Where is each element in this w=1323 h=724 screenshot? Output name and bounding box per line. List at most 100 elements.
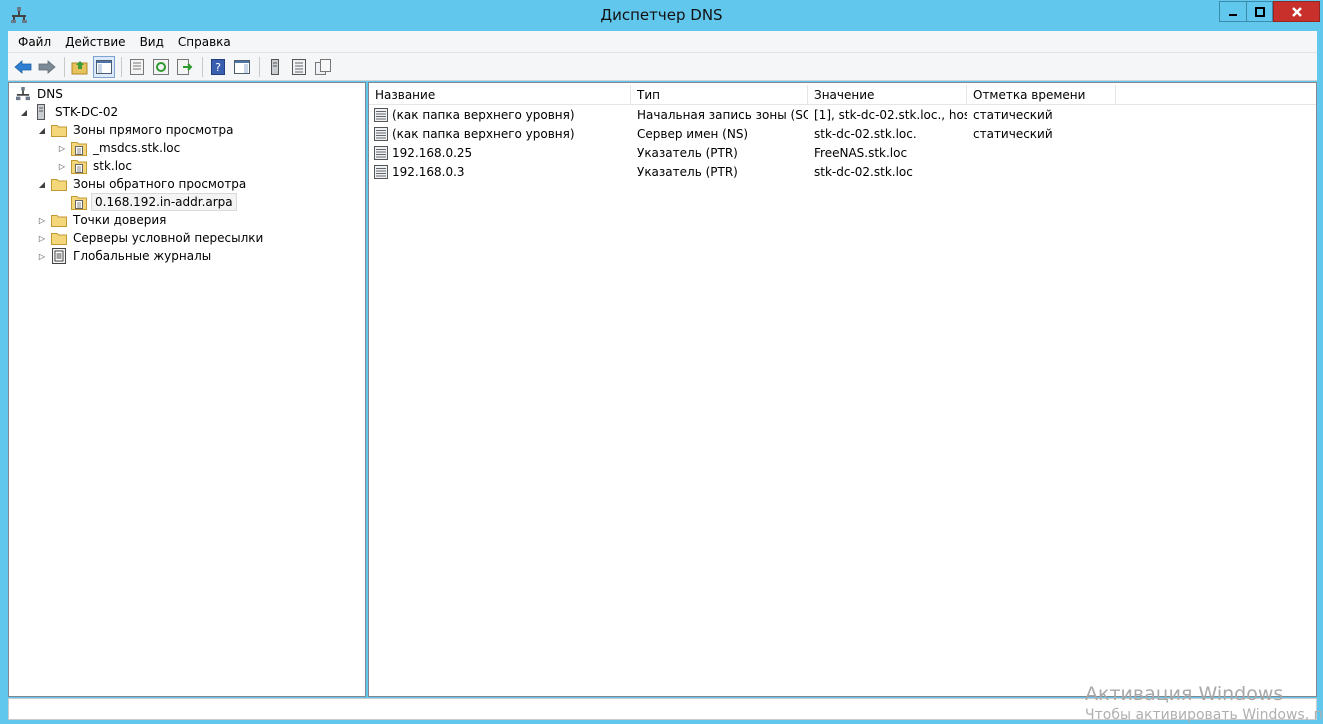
tree-item-global-logs[interactable]: ▷ Глобальные журналы: [37, 247, 213, 265]
cell-type: Указатель (PTR): [637, 145, 738, 160]
refresh-icon: [153, 58, 169, 75]
cell-name: (как папка верхнего уровня): [369, 107, 631, 122]
back-button[interactable]: [12, 56, 34, 78]
tree-label: stk.loc: [93, 159, 132, 173]
record-icon: [374, 145, 388, 160]
record-name: 192.168.0.3: [392, 164, 465, 179]
folder-icon: [51, 122, 67, 138]
expand-arrow-icon[interactable]: ▷: [37, 233, 47, 243]
window-title: Диспетчер DNS: [600, 6, 723, 24]
column-header-timestamp[interactable]: Отметка времени: [967, 85, 1116, 105]
column-header-type[interactable]: Тип: [631, 85, 808, 105]
column-header-name[interactable]: Название: [369, 85, 631, 105]
records-list-pane[interactable]: Название Тип Значение Отметка времени (к…: [368, 82, 1317, 697]
tree-item-zone-msdcs[interactable]: ▷ _msdcs.stk.loc: [57, 139, 182, 157]
zone-icon: [71, 194, 87, 210]
dns-icon: [15, 86, 31, 102]
menu-file[interactable]: Файл: [18, 35, 51, 49]
expand-arrow-icon[interactable]: ▷: [57, 143, 67, 153]
toolbar-separator: [121, 56, 122, 77]
tree-item-zone-reverse[interactable]: 0.168.192.in-addr.arpa: [71, 193, 237, 211]
minimize-button[interactable]: [1219, 1, 1246, 22]
up-level-button[interactable]: [69, 56, 91, 78]
toolbar-separator: [259, 56, 260, 77]
server-button[interactable]: [264, 56, 286, 78]
console-tree-pane[interactable]: DNS ◢ STK-DC-02 ◢ Зоны прямого просмотра…: [8, 82, 366, 697]
collapse-arrow-icon[interactable]: ◢: [37, 179, 47, 189]
svg-text:?: ?: [215, 61, 221, 74]
record-name: (как папка верхнего уровня): [392, 126, 575, 141]
tree-item-reverse-zones[interactable]: ◢ Зоны обратного просмотра: [37, 175, 248, 193]
cell-name: 192.168.0.3: [369, 164, 631, 179]
tree-item-forward-zones[interactable]: ◢ Зоны прямого просмотра: [37, 121, 235, 139]
show-tree-icon: [96, 59, 112, 74]
expand-arrow-icon[interactable]: ▷: [37, 215, 47, 225]
activation-watermark-title: Активация Windows: [1085, 683, 1284, 705]
toolbar: ?: [8, 53, 1317, 81]
server-icon: [33, 104, 49, 120]
column-header-value[interactable]: Значение: [808, 85, 967, 105]
copy-button[interactable]: [312, 56, 334, 78]
menu-bar: Файл Действие Вид Справка: [8, 31, 1317, 53]
action-pane-button[interactable]: [231, 56, 253, 78]
menu-help[interactable]: Справка: [178, 35, 231, 49]
table-row[interactable]: (как папка верхнего уровня) Сервер имен …: [369, 124, 1316, 143]
activation-watermark-text: Чтобы активировать Windows, пе: [1085, 707, 1323, 723]
tree-label: Зоны прямого просмотра: [73, 123, 234, 137]
tree-item-trust-points[interactable]: ▷ Точки доверия: [37, 211, 168, 229]
minimize-icon: [1229, 13, 1237, 16]
server-icon: [271, 58, 279, 75]
expand-arrow-icon[interactable]: ▷: [57, 161, 67, 171]
record-name: 192.168.0.25: [392, 145, 473, 160]
record-list-icon: [292, 58, 306, 75]
cell-timestamp: статический: [973, 107, 1053, 122]
cell-type: Указатель (PTR): [637, 164, 738, 179]
title-bar[interactable]: Диспетчер DNS: [0, 0, 1323, 31]
table-row[interactable]: 192.168.0.3 Указатель (PTR) stk-dc-02.st…: [369, 162, 1316, 181]
refresh-button[interactable]: [150, 56, 172, 78]
export-list-button[interactable]: [174, 56, 196, 78]
dns-manager-window: Диспетчер DNS Файл Действие Вид Справка: [0, 0, 1323, 724]
close-button[interactable]: [1273, 1, 1320, 22]
cell-name: 192.168.0.25: [369, 145, 631, 160]
zone-icon: [71, 140, 87, 156]
collapse-arrow-icon[interactable]: ◢: [19, 107, 29, 117]
show-tree-button[interactable]: [93, 55, 115, 78]
record-list-button[interactable]: [288, 56, 310, 78]
maximize-button[interactable]: [1246, 1, 1273, 22]
folder-icon: [51, 212, 67, 228]
cell-type: Начальная запись зоны (SOA): [637, 107, 808, 122]
record-name: (как папка верхнего уровня): [392, 107, 575, 122]
record-icon: [374, 164, 388, 179]
cell-type: Сервер имен (NS): [637, 126, 749, 141]
tree-label: _msdcs.stk.loc: [93, 141, 181, 155]
tree-item-zone-stk[interactable]: ▷ stk.loc: [57, 157, 134, 175]
forward-arrow-icon: [38, 59, 56, 74]
event-log-icon: [51, 248, 67, 264]
table-row[interactable]: 192.168.0.25 Указатель (PTR) FreeNAS.stk…: [369, 143, 1316, 162]
close-icon: [1291, 6, 1302, 17]
help-icon: ?: [211, 58, 225, 75]
tree-label: 0.168.192.in-addr.arpa: [91, 193, 237, 211]
tree-label: Точки доверия: [73, 213, 167, 227]
menu-view[interactable]: Вид: [140, 35, 164, 49]
toolbar-separator: [64, 56, 65, 77]
up-folder-icon: [71, 60, 88, 74]
record-icon: [374, 107, 388, 122]
expand-arrow-icon[interactable]: ▷: [37, 251, 47, 261]
tree-item-conditional-forwarders[interactable]: ▷ Серверы условной пересылки: [37, 229, 265, 247]
cell-value: FreeNAS.stk.loc: [814, 145, 908, 160]
collapse-arrow-icon[interactable]: ◢: [37, 125, 47, 135]
tree-label: STK-DC-02: [55, 105, 119, 119]
tree-item-server[interactable]: ◢ STK-DC-02: [19, 103, 120, 121]
cell-timestamp: статический: [973, 126, 1053, 141]
cell-name: (как папка верхнего уровня): [369, 126, 631, 141]
menu-action[interactable]: Действие: [65, 35, 125, 49]
back-arrow-icon: [14, 59, 32, 74]
properties-button[interactable]: [126, 56, 148, 78]
table-row[interactable]: (как папка верхнего уровня) Начальная за…: [369, 105, 1316, 124]
help-button[interactable]: ?: [207, 56, 229, 78]
properties-icon: [130, 58, 144, 75]
tree-item-dns[interactable]: DNS: [15, 85, 65, 103]
forward-button[interactable]: [36, 56, 58, 78]
